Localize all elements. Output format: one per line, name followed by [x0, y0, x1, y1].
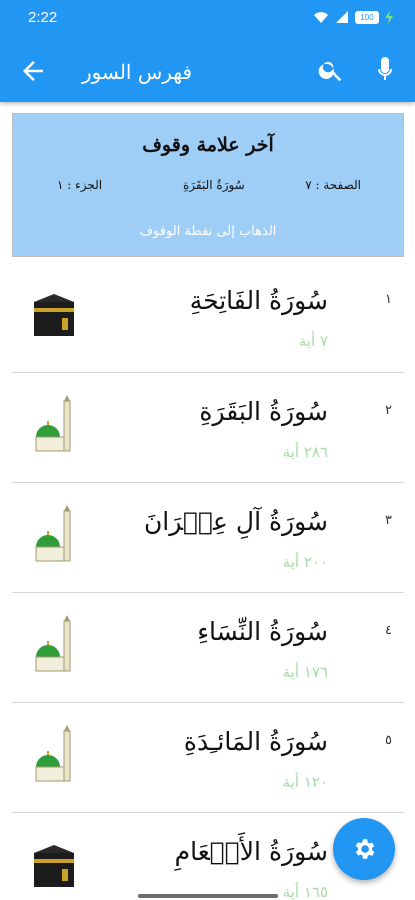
sura-name: سُورَةُ آلِ عِمۡرَانَ	[143, 507, 328, 536]
app-bar: فهرس السور	[0, 38, 415, 102]
mosque-icon	[30, 393, 78, 459]
sura-ayat-count: ١٧٦ أية	[282, 663, 328, 681]
sura-name: سُورَةُ المَائـِدَةِ	[183, 727, 328, 756]
status-time: 2:22	[28, 9, 58, 26]
charging-icon	[385, 10, 393, 24]
bookmark-juz: الجزء : ١	[57, 178, 103, 192]
mosque-icon	[30, 723, 78, 789]
sura-list-item[interactable]: ٤ سُورَةُ النِّسَاءِ ١٧٦ أية	[12, 592, 404, 702]
sura-number: ١	[385, 292, 392, 307]
battery-level: 100	[360, 12, 374, 22]
mosque-icon	[30, 613, 78, 679]
sura-ayat-count: ١٢٠ أية	[282, 773, 328, 791]
search-icon[interactable]	[317, 56, 345, 84]
sura-list-item[interactable]: ٣ سُورَةُ آلِ عِمۡرَانَ ٢٠٠ أية	[12, 482, 404, 592]
bookmark-page: الصفحة : ٧	[305, 178, 361, 192]
battery-icon: 100	[355, 10, 379, 24]
sura-ayat-count: ٧ أية	[298, 332, 328, 350]
sura-name: سُورَةُ الأَنۡعَامِ	[174, 837, 328, 866]
sura-list-item[interactable]: ١ سُورَةُ الفَاتِحَةِ ٧ أية	[12, 262, 404, 372]
sura-ayat-count: ١٦٥ أية	[282, 883, 328, 900]
goto-bookmark-button[interactable]: الذهاب إلى نقطة الوقوف	[13, 224, 403, 239]
settings-fab[interactable]	[333, 818, 395, 880]
back-arrow-icon[interactable]	[18, 56, 48, 86]
mic-icon[interactable]	[373, 55, 397, 85]
gear-icon	[355, 839, 375, 859]
status-icons: 100	[313, 10, 393, 24]
bookmark-title: آخر علامة وقوف	[142, 134, 274, 156]
sura-ayat-count: ٢٠٠ أية	[282, 553, 328, 571]
mosque-icon	[30, 503, 78, 569]
sura-number: ٢	[385, 403, 392, 418]
sura-name: سُورَةُ الفَاتِحَةِ	[189, 286, 328, 315]
bookmark-sura: سُورَةُ البَقَرَةِ	[183, 178, 245, 192]
sura-ayat-count: ٢٨٦ أية	[282, 443, 328, 461]
page-title: فهرس السور	[82, 60, 193, 84]
sura-list-item[interactable]: ٥ سُورَةُ المَائـِدَةِ ١٢٠ أية	[12, 702, 404, 812]
status-bar: 2:22 100	[0, 0, 415, 38]
sura-number: ٥	[385, 733, 392, 748]
wifi-icon	[314, 12, 328, 23]
signal-icon	[336, 11, 348, 23]
last-bookmark-card: آخر علامة وقوف الصفحة : ٧ سُورَةُ البَقَ…	[12, 113, 404, 257]
sura-list-item[interactable]: ٢ سُورَةُ البَقَرَةِ ٢٨٦ أية	[12, 372, 404, 482]
gesture-bar[interactable]	[138, 894, 278, 898]
sura-number: ٤	[385, 623, 392, 638]
kaaba-icon	[30, 282, 78, 348]
sura-number: ٣	[385, 513, 392, 528]
sura-list: ١ سُورَةُ الفَاتِحَةِ ٧ أية ٢ سُورَةُ البَقَ…	[12, 262, 404, 900]
kaaba-icon	[30, 833, 78, 899]
sura-name: سُورَةُ البَقَرَةِ	[199, 397, 328, 426]
sura-name: سُورَةُ النِّسَاءِ	[197, 617, 328, 646]
